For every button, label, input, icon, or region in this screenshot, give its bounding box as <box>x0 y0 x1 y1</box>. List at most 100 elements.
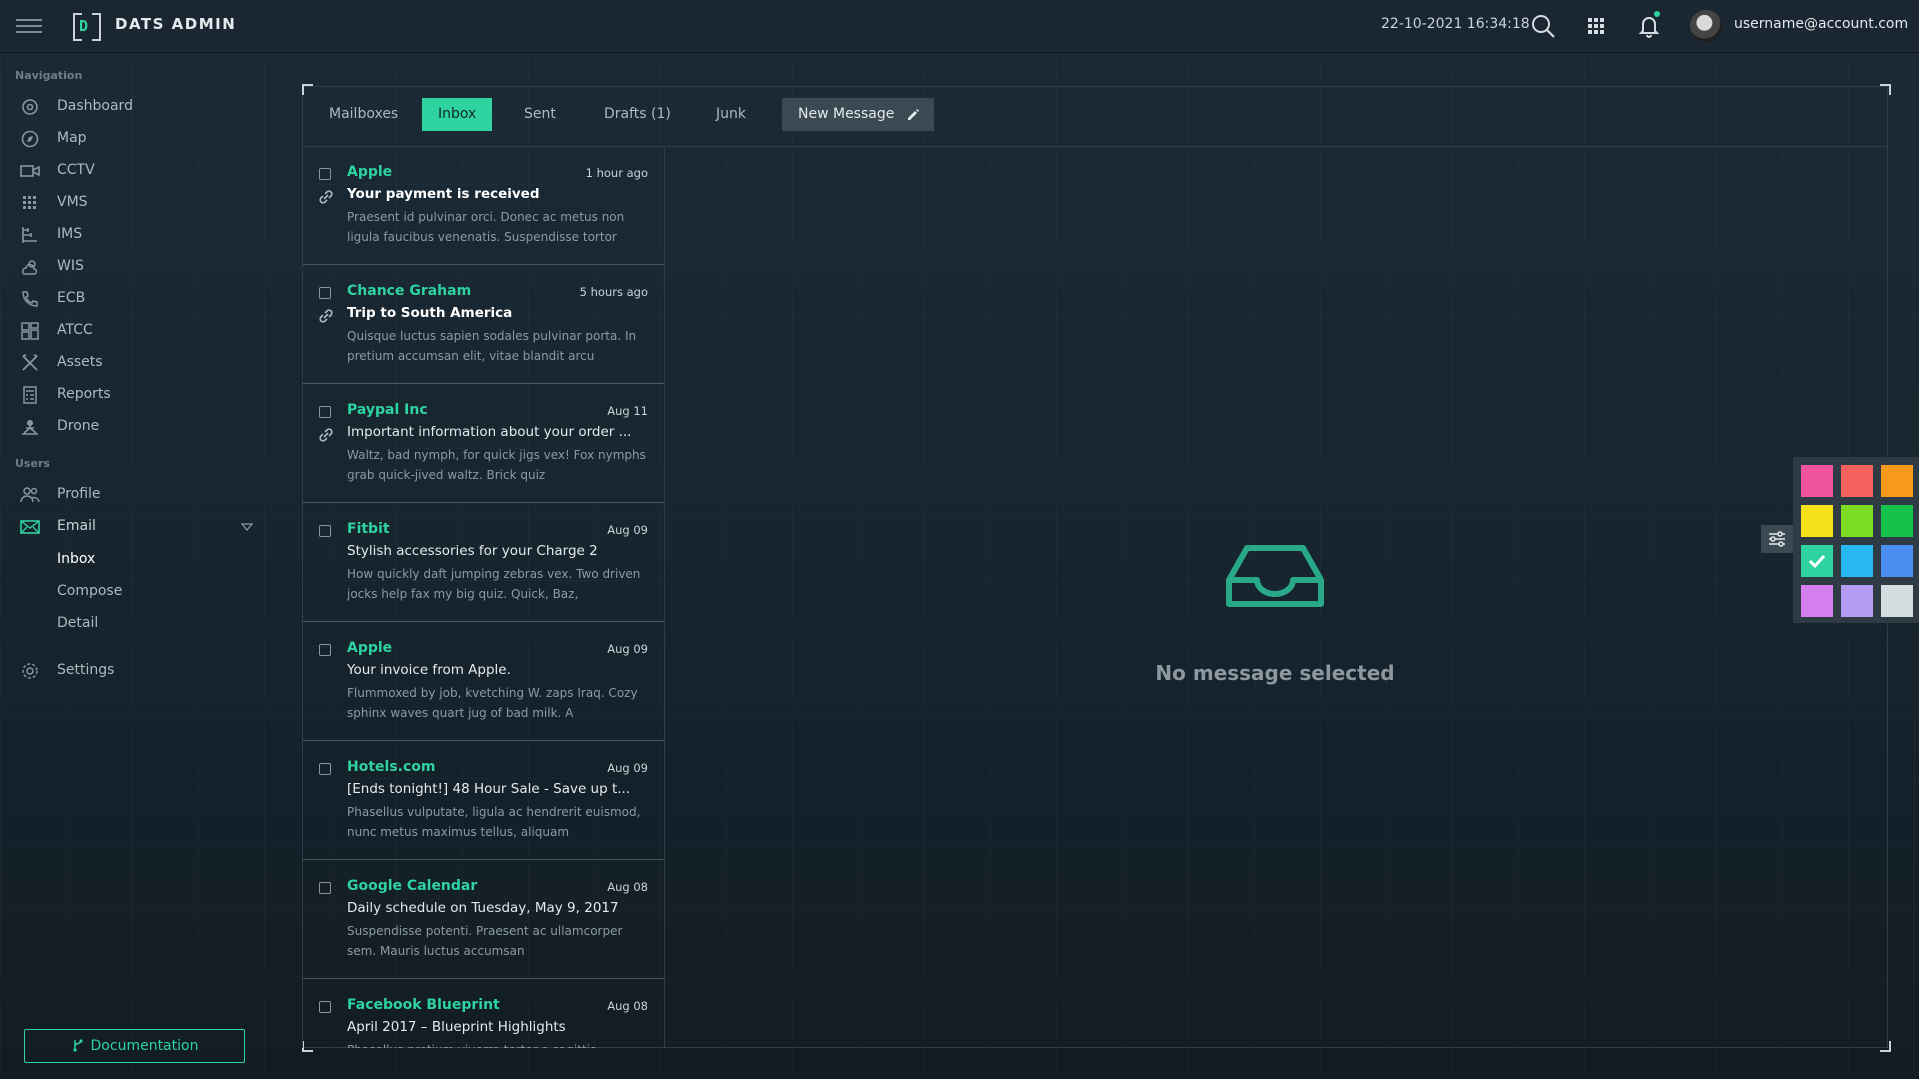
tab-sent[interactable]: Sent <box>508 98 572 131</box>
color-swatch[interactable] <box>1841 465 1873 497</box>
apps-grid-icon[interactable] <box>1582 12 1610 40</box>
sidebar-item-ecb[interactable]: ECB <box>0 284 275 314</box>
message-sender: Apple <box>347 164 393 180</box>
camera-icon <box>20 165 40 177</box>
message-checkbox[interactable] <box>319 1001 331 1013</box>
envelope-icon <box>20 520 40 534</box>
tab-junk[interactable]: Junk <box>700 98 762 131</box>
sidebar-subitem-detail[interactable]: Detail <box>57 615 98 631</box>
message-sender: Hotels.com <box>347 759 436 775</box>
sidebar-item-label: Email <box>57 518 96 534</box>
section-label-users: Users <box>15 457 50 470</box>
color-swatch[interactable] <box>1801 505 1833 537</box>
section-label-navigation: Navigation <box>15 69 83 82</box>
user-email[interactable]: username@account.com <box>1734 16 1908 32</box>
theme-settings-button[interactable] <box>1761 525 1793 553</box>
header-datetime: 22-10-2021 16:34:18 <box>1381 16 1530 32</box>
weather-icon <box>22 260 38 275</box>
check-icon <box>1808 554 1826 569</box>
sidebar-item-reports[interactable]: Reports <box>0 380 275 410</box>
top-bar: D DATS ADMIN 22-10-2021 16:34:18 usernam… <box>0 0 1919 53</box>
attachment-icon <box>319 190 333 204</box>
inbox-tray-icon <box>1226 545 1324 607</box>
color-swatch[interactable] <box>1881 505 1913 537</box>
logo-letter: D <box>79 17 89 35</box>
color-swatch[interactable] <box>1841 585 1873 617</box>
sidebar-item-wis[interactable]: WIS <box>0 252 275 282</box>
message-checkbox[interactable] <box>319 168 331 180</box>
color-swatch[interactable] <box>1841 505 1873 537</box>
message-time: 5 hours ago <box>579 285 648 299</box>
message-preview: Flummoxed by job, kvetching W. zaps Iraq… <box>347 686 638 720</box>
message-checkbox[interactable] <box>319 406 331 418</box>
list-item[interactable]: Google Calendar Aug 08 Daily schedule on T… <box>303 861 664 979</box>
sidebar-subitem-inbox[interactable]: Inbox <box>57 551 95 567</box>
sidebar-item-label: VMS <box>57 194 88 210</box>
list-item[interactable]: Apple Aug 09 Your invoice from Apple. Flumm… <box>303 623 664 741</box>
sidebar-item-label: Dashboard <box>57 98 133 114</box>
new-message-button[interactable]: New Message <box>782 98 935 131</box>
sidebar-subitem-compose[interactable]: Compose <box>57 583 122 599</box>
color-swatch[interactable] <box>1801 465 1833 497</box>
branch-icon <box>72 1039 83 1052</box>
color-swatch[interactable] <box>1881 545 1913 577</box>
drone-icon <box>22 420 38 435</box>
message-checkbox[interactable] <box>319 644 331 656</box>
message-sender: Apple <box>347 640 393 656</box>
list-item[interactable]: Chance Graham 5 hours ago Trip to South Am… <box>303 266 664 384</box>
list-item[interactable]: Facebook Blueprint Aug 08 April 2017 – Blu… <box>303 980 664 1048</box>
avatar[interactable] <box>1690 10 1722 42</box>
sidebar-item-label: WIS <box>57 258 84 274</box>
tab-mailboxes[interactable]: Mailboxes <box>313 98 414 131</box>
message-sender: Chance Graham <box>347 283 472 299</box>
sidebar-item-email[interactable]: Email <box>0 512 275 542</box>
gear-icon <box>22 663 38 679</box>
message-subject: Your payment is received <box>347 186 540 202</box>
color-swatch[interactable] <box>1881 585 1913 617</box>
color-swatch[interactable] <box>1801 545 1833 577</box>
message-time: Aug 09 <box>607 761 648 775</box>
sidebar-item-assets[interactable]: Assets <box>0 348 275 378</box>
calculator-icon <box>23 386 37 404</box>
tab-inbox[interactable]: Inbox <box>422 98 493 131</box>
sidebar-item-ims[interactable]: IMS <box>0 220 275 250</box>
sidebar-item-profile[interactable]: Profile <box>0 480 275 510</box>
menu-toggle-icon[interactable] <box>16 19 42 33</box>
documentation-button[interactable]: Documentation <box>24 1029 245 1063</box>
list-item[interactable]: Hotels.com Aug 09 [Ends tonight!] 48 Hour … <box>303 742 664 860</box>
tab-drafts[interactable]: Drafts (1) <box>588 98 687 131</box>
list-item[interactable]: Paypal Inc Aug 11 Important information ab… <box>303 385 664 503</box>
message-checkbox[interactable] <box>319 287 331 299</box>
list-item[interactable]: Fitbit Aug 09 Stylish accessories for your… <box>303 504 664 622</box>
message-checkbox[interactable] <box>319 882 331 894</box>
message-checkbox[interactable] <box>319 763 331 775</box>
color-palette <box>1793 457 1919 623</box>
pencil-icon <box>908 109 920 120</box>
color-swatch[interactable] <box>1881 465 1913 497</box>
message-list: Apple 1 hour ago Your payment is received P… <box>302 147 665 1048</box>
sidebar-item-label: IMS <box>57 226 83 242</box>
sidebar-item-dashboard[interactable]: Dashboard <box>0 92 275 122</box>
message-time: Aug 08 <box>607 999 648 1013</box>
search-icon[interactable] <box>1529 12 1557 40</box>
message-preview: Waltz, bad nymph, for quick jigs vex! Fo… <box>347 448 646 482</box>
sidebar-item-drone[interactable]: Drone <box>0 412 275 442</box>
sidebar-item-label: Assets <box>57 354 103 370</box>
sidebar-item-settings[interactable]: Settings <box>0 656 275 686</box>
color-swatch[interactable] <box>1801 585 1833 617</box>
message-checkbox[interactable] <box>319 525 331 537</box>
dashboard-icon <box>22 99 38 115</box>
app-title[interactable]: DATS ADMIN <box>115 15 236 33</box>
sidebar-item-vms[interactable]: VMS <box>0 188 275 218</box>
empty-state-text: No message selected <box>1155 661 1395 685</box>
message-subject: Stylish accessories for your Charge 2 <box>347 543 598 559</box>
list-item[interactable]: Apple 1 hour ago Your payment is received P… <box>303 147 664 265</box>
sidebar-item-cctv[interactable]: CCTV <box>0 156 275 186</box>
chevron-down-icon[interactable] <box>241 523 253 531</box>
users-icon <box>20 487 40 503</box>
sidebar-item-label: Settings <box>57 662 115 678</box>
color-swatch[interactable] <box>1841 545 1873 577</box>
sidebar-item-map[interactable]: Map <box>0 124 275 154</box>
sidebar-item-atcc[interactable]: ATCC <box>0 316 275 346</box>
attachment-icon <box>319 309 333 323</box>
